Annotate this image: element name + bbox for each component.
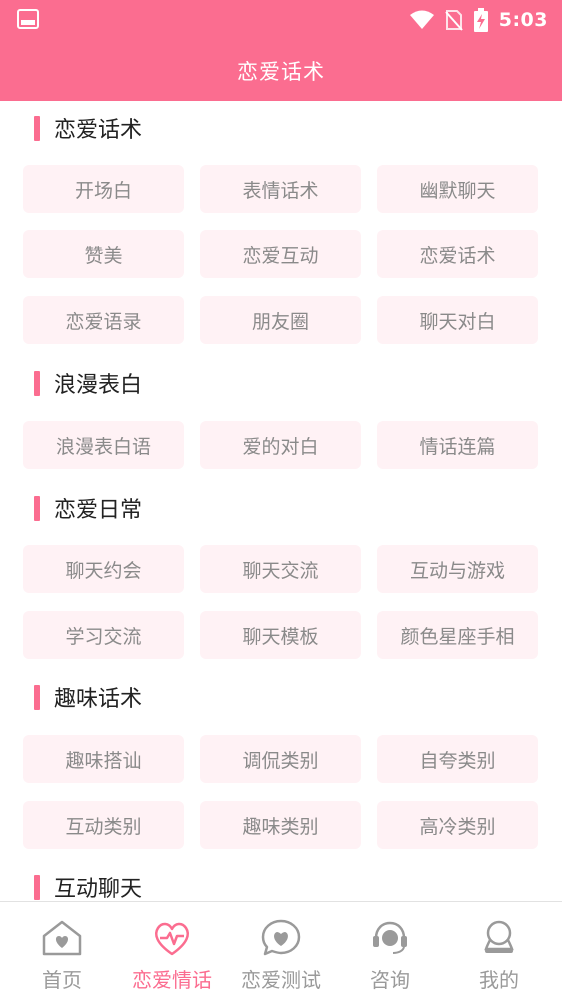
category-chip[interactable]: 恋爱话术	[377, 230, 538, 278]
tab-consult[interactable]: 咨询	[334, 902, 446, 999]
tab-label: 首页	[42, 968, 82, 992]
section-title: 恋爱日常	[34, 494, 142, 523]
section-accent-bar	[34, 684, 40, 710]
category-chip[interactable]: 爱的对白	[200, 421, 361, 469]
category-chip[interactable]: 自夸类别	[377, 735, 538, 783]
headset-icon	[373, 921, 407, 954]
category-chip[interactable]: 情话连篇	[377, 421, 538, 469]
wifi-icon	[409, 10, 434, 29]
heart-chat-icon	[261, 919, 301, 956]
category-chip[interactable]: 互动与游戏	[377, 545, 538, 593]
category-list[interactable]: 恋爱话术 开场白 表情话术 幽默聊天 赞美 恋爱互动 恋爱话术 恋爱语录 朋友圈…	[0, 101, 562, 901]
section-accent-bar	[34, 495, 40, 521]
status-bar: 5:03	[0, 0, 562, 40]
status-icons: 5:03	[409, 8, 548, 32]
category-chip[interactable]: 表情话术	[200, 165, 361, 213]
category-chip[interactable]: 朋友圈	[200, 296, 361, 344]
tab-home[interactable]: 首页	[6, 902, 118, 999]
tab-label: 咨询	[370, 968, 410, 992]
tab-me[interactable]: 我的	[443, 902, 555, 999]
category-chip[interactable]: 互动类别	[23, 801, 184, 849]
category-chip[interactable]: 调侃类别	[200, 735, 361, 783]
battery-charging-icon	[473, 8, 488, 32]
section-title: 浪漫表白	[34, 369, 142, 398]
category-chip[interactable]: 恋爱互动	[200, 230, 361, 278]
app-header: 恋爱话术	[0, 40, 562, 101]
category-chip[interactable]: 聊天对白	[377, 296, 538, 344]
no-sim-icon	[444, 10, 463, 31]
section-accent-bar	[34, 370, 40, 396]
category-chip[interactable]: 聊天模板	[200, 611, 361, 659]
category-chip[interactable]: 恋爱语录	[23, 296, 184, 344]
page-title: 恋爱话术	[237, 59, 325, 84]
tab-love-test[interactable]: 恋爱测试	[225, 902, 337, 999]
heart-pulse-icon	[155, 922, 189, 956]
section-title: 互动聊天	[34, 873, 142, 901]
section-title: 恋爱话术	[34, 114, 142, 143]
category-chip[interactable]: 开场白	[23, 165, 184, 213]
home-heart-icon	[42, 920, 82, 956]
user-icon	[484, 920, 514, 953]
category-chip[interactable]: 颜色星座手相	[377, 611, 538, 659]
category-chip[interactable]: 趣味类别	[200, 801, 361, 849]
tab-label: 恋爱测试	[241, 968, 321, 992]
status-time: 5:03	[498, 9, 548, 31]
section-accent-bar	[34, 115, 40, 141]
section-title: 趣味话术	[34, 683, 142, 712]
category-chip[interactable]: 趣味搭讪	[23, 735, 184, 783]
tab-label: 我的	[479, 968, 519, 992]
category-chip[interactable]: 赞美	[23, 230, 184, 278]
tab-love-talk[interactable]: 恋爱情话	[116, 902, 228, 999]
category-chip[interactable]: 聊天约会	[23, 545, 184, 593]
category-chip[interactable]: 高冷类别	[377, 801, 538, 849]
category-chip[interactable]: 幽默聊天	[377, 165, 538, 213]
bottom-tab-bar: 首页 恋爱情话 恋爱测试 咨询 我的	[0, 901, 562, 999]
category-chip[interactable]: 学习交流	[23, 611, 184, 659]
screenshot-icon	[17, 9, 39, 29]
category-chip[interactable]: 浪漫表白语	[23, 421, 184, 469]
tab-label: 恋爱情话	[132, 968, 212, 992]
section-accent-bar	[34, 874, 40, 900]
category-chip[interactable]: 聊天交流	[200, 545, 361, 593]
